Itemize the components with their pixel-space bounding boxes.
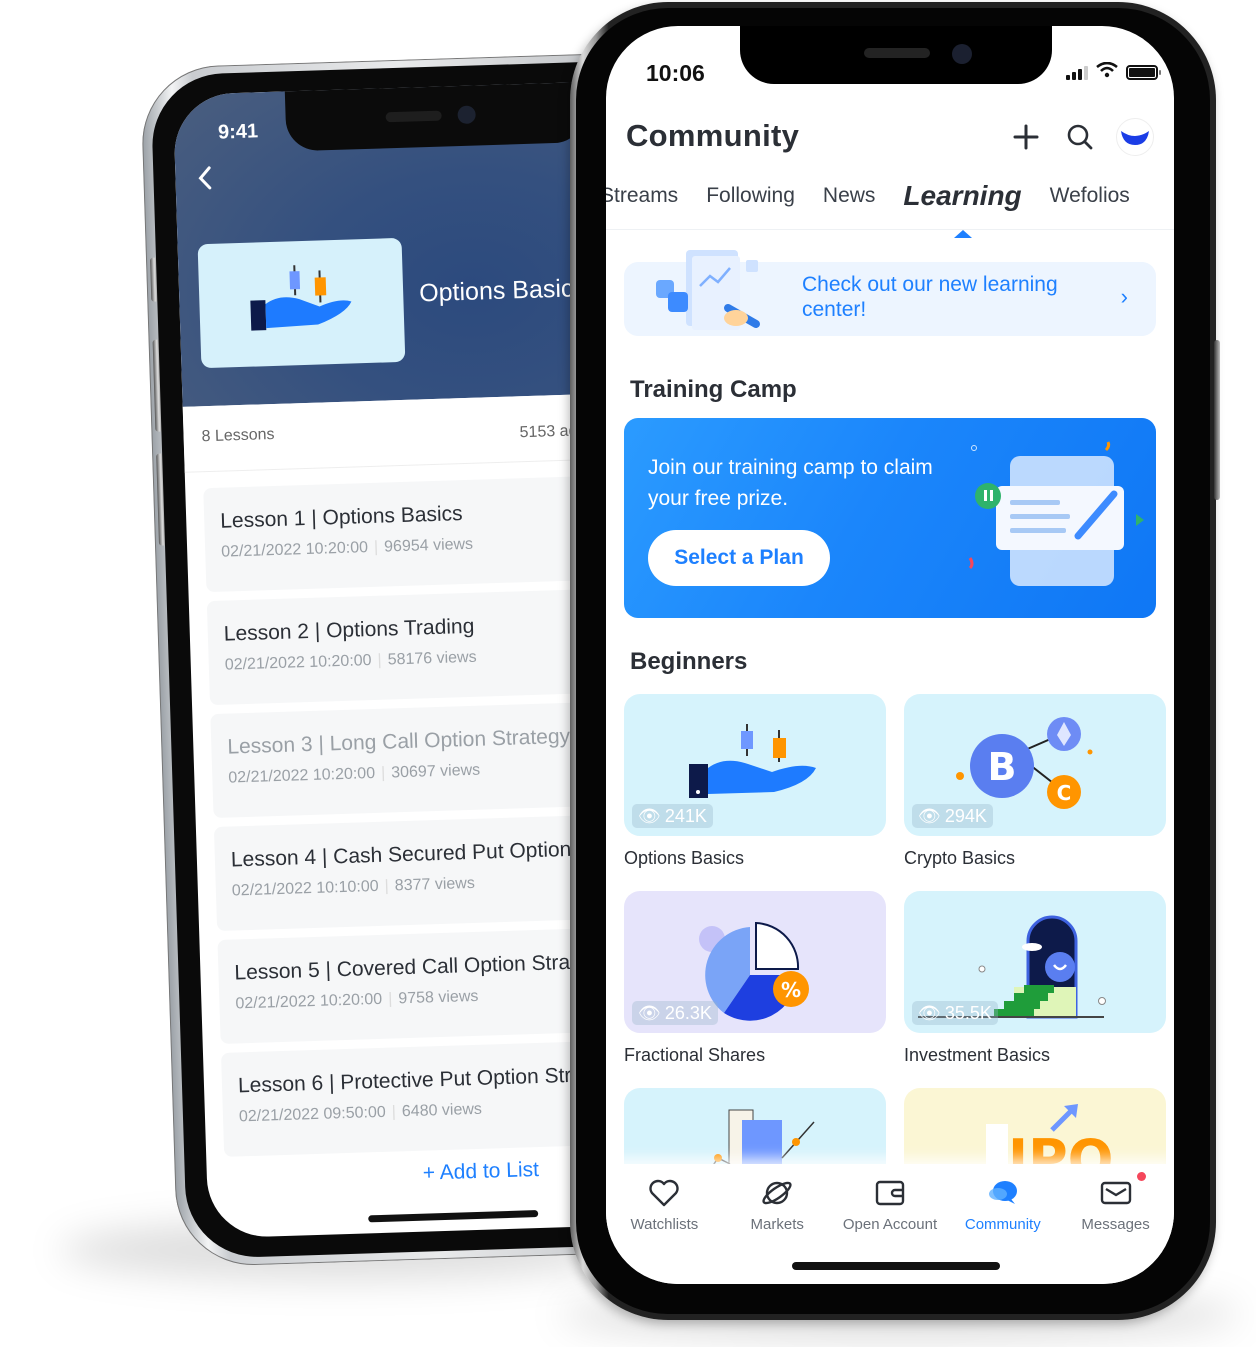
course-title: Options Basics [418, 274, 587, 308]
beginners-grid: 👁 241K Options Basics B C 👁 294K Crypto … [624, 694, 1166, 1230]
power-button [1214, 340, 1220, 500]
views-count: 26.3K [664, 1002, 712, 1023]
views-count: 35.5K [944, 1002, 992, 1023]
lesson-date: 02/21/2022 10:20:00 [224, 652, 372, 674]
lessons-count: 8 Lessons [201, 425, 275, 446]
course-thumbnail [197, 237, 406, 369]
course-name: Investment Basics [904, 1045, 1051, 1065]
eye-icon: 👁 [638, 1002, 661, 1023]
mockup-stage: 9:41 Options Basics 8 Lessons 5153 ad Le… [0, 0, 1256, 1347]
svg-text:C: C [1057, 781, 1072, 805]
learning-center-illustration [656, 250, 760, 330]
lesson-date: 02/21/2022 10:20:00 [235, 990, 383, 1013]
tab-messages[interactable]: Messages [1059, 1164, 1172, 1284]
tab-label: Watchlists [630, 1216, 699, 1233]
avatar[interactable] [1116, 118, 1154, 156]
chevron-left-icon[interactable] [195, 164, 216, 198]
eye-icon: 👁 [918, 805, 941, 826]
tab-learning[interactable]: Learning [903, 180, 1022, 238]
tab-streams[interactable]: Streams [606, 180, 678, 229]
learning-content: Check out our new learning center! › Tra… [624, 250, 1166, 1230]
tab-following[interactable]: Following [706, 180, 795, 229]
course-card-image: % 👁 26.3K [624, 891, 886, 1033]
chevron-right-icon: › [1120, 284, 1128, 309]
lesson-views: 6480 views [401, 1100, 483, 1121]
chat-bubble-icon [946, 1176, 1059, 1210]
tab-label: Markets [750, 1216, 804, 1233]
front-phone-screen: 10:06 Community Streams Following News L… [606, 26, 1174, 1284]
training-camp-banner: Join our training camp to claim your fre… [624, 418, 1156, 618]
notch [740, 26, 1052, 84]
envelope-icon [1059, 1176, 1172, 1210]
lesson-views: 8377 views [394, 874, 476, 895]
lesson-date: 02/21/2022 10:20:00 [220, 539, 369, 561]
status-time: 10:06 [646, 60, 705, 86]
views-badge: 👁 35.5K [912, 1001, 998, 1025]
course-card-investment-basics[interactable]: 👁 35.5K Investment Basics [904, 891, 1166, 1088]
course-card-image: 👁 35.5K [904, 891, 1166, 1033]
course-card-image: B C 👁 294K [904, 694, 1166, 836]
plus-icon[interactable] [1008, 119, 1044, 155]
learning-center-text: Check out our new learning center! [802, 273, 1058, 321]
heart-icon [608, 1176, 721, 1210]
status-time: 9:41 [217, 120, 259, 144]
course-name: Crypto Basics [904, 848, 1016, 868]
lesson-views: 96954 views [383, 535, 474, 556]
notification-badge [1136, 1172, 1146, 1181]
lesson-views: 58176 views [387, 648, 477, 669]
course-card-options-basics[interactable]: 👁 241K Options Basics [624, 694, 886, 891]
lesson-views: 30697 views [390, 761, 481, 782]
cellular-signal-icon [1066, 65, 1088, 80]
views-badge: 👁 294K [912, 804, 993, 828]
views-badge: 👁 26.3K [632, 1001, 718, 1025]
tab-watchlists[interactable]: Watchlists [608, 1164, 721, 1284]
tab-label: Community [964, 1216, 1041, 1233]
eye-icon: 👁 [918, 1002, 941, 1023]
notch [284, 79, 587, 152]
lesson-date: 02/21/2022 09:50:00 [238, 1103, 387, 1126]
battery-icon [1126, 65, 1161, 80]
home-indicator [792, 1262, 1000, 1270]
learning-center-banner[interactable]: Check out our new learning center! › [624, 250, 1156, 336]
views-count: 294K [944, 805, 987, 826]
course-card-image: 👁 241K [624, 694, 886, 836]
svg-text:%: % [781, 978, 801, 1002]
svg-text:B: B [988, 745, 1017, 789]
status-icons [1066, 61, 1161, 83]
eye-icon: 👁 [638, 805, 661, 826]
tab-label: Open Account [842, 1216, 938, 1233]
course-card-fractional-shares[interactable]: % 👁 26.3K Fractional Shares [624, 891, 886, 1088]
home-indicator [368, 1210, 539, 1223]
community-tabs: Streams Following News Learning Wefolios [606, 180, 1174, 238]
course-card-crypto-basics[interactable]: B C 👁 294K Crypto Basics [904, 694, 1166, 891]
tab-wefolios[interactable]: Wefolios [1050, 180, 1130, 229]
views-count: 241K [664, 805, 707, 826]
lesson-date: 02/21/2022 10:20:00 [228, 764, 376, 787]
front-phone-bezel: 10:06 Community Streams Following News L… [576, 8, 1210, 1314]
search-icon[interactable] [1062, 119, 1098, 155]
course-name: Fractional Shares [624, 1045, 766, 1065]
training-camp-title: Training Camp [630, 376, 797, 403]
community-header: Community [626, 118, 1154, 164]
lesson-views: 9758 views [398, 987, 479, 1008]
wifi-icon [1096, 61, 1118, 83]
training-camp-text: Join our training camp to claim your fre… [648, 456, 933, 510]
beginners-title: Beginners [630, 648, 748, 675]
planet-icon [721, 1176, 834, 1210]
front-phone: 10:06 Community Streams Following News L… [570, 2, 1220, 1320]
training-document-illustration [968, 441, 1144, 586]
wallet-icon [834, 1176, 947, 1210]
views-badge: 👁 241K [632, 804, 713, 828]
lesson-date: 02/21/2022 10:10:00 [231, 877, 379, 900]
course-name: Options Basics [624, 848, 745, 868]
tab-label: Messages [1081, 1216, 1150, 1233]
tab-news[interactable]: News [823, 180, 876, 229]
hand-candlestick-illustration [250, 265, 352, 331]
select-plan-button[interactable]: Select a Plan [648, 530, 830, 586]
course-meta-right: 5153 ad [519, 422, 578, 442]
